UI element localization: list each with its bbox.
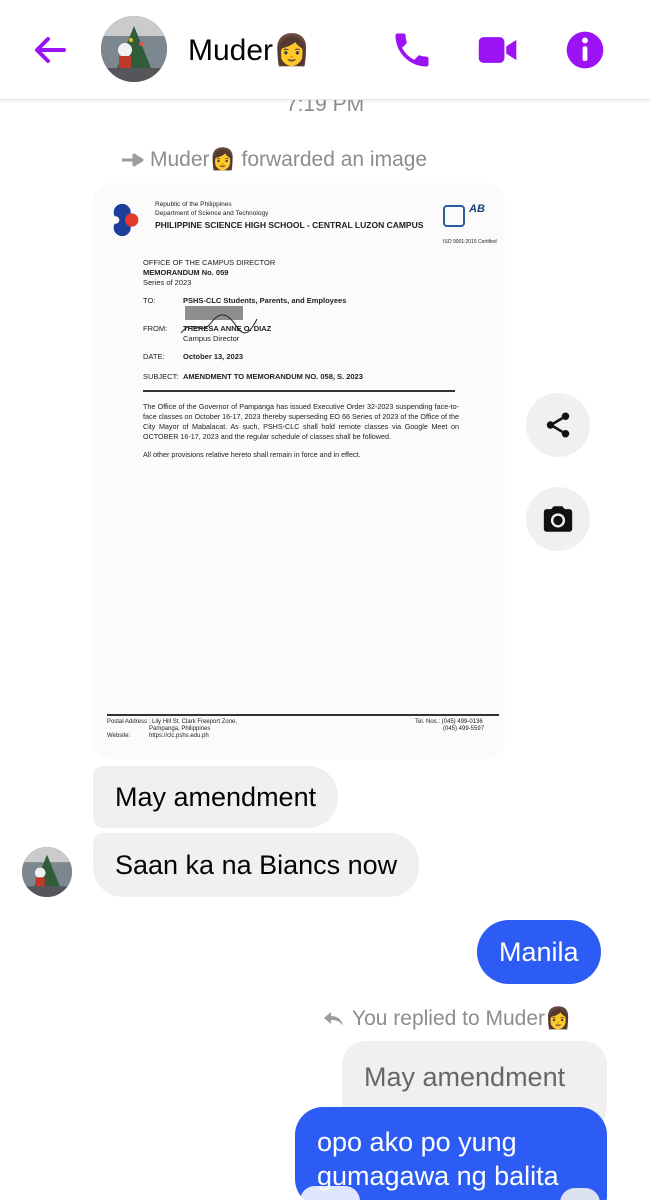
avatar-image [101, 16, 167, 82]
share-icon [546, 412, 570, 438]
reply-note-text: You replied to Muder👩 [352, 1007, 572, 1030]
message-bubble-incoming[interactable]: Saan ka na Biancs now [93, 833, 420, 897]
forwarded-note-text: Muder👩 forwarded an image [150, 148, 428, 171]
info-button[interactable] [563, 28, 607, 72]
memo-school: PHILIPPINE SCIENCE HIGH SCHOOL - CENTRAL… [155, 220, 424, 230]
memo-to-label: TO: [143, 296, 156, 305]
memo-body: The Office of the Governor of Pampanga h… [143, 402, 459, 441]
memo-series: Series of 2023 [143, 278, 192, 287]
video-call-button[interactable] [476, 28, 520, 72]
forwarded-note: Muder👩 forwarded an image [120, 146, 427, 174]
ab-logo: AB [469, 203, 485, 215]
contact-avatar[interactable] [101, 16, 167, 82]
memo-body-closing: All other provisions relative hereto sha… [143, 450, 361, 459]
memo-republic: Republic of the Philippines [155, 201, 232, 208]
reply-note: You replied to Muder👩 [322, 1005, 571, 1033]
memo-divider [143, 390, 455, 392]
message-bubble-outgoing[interactable]: Manila [477, 920, 601, 984]
postal-line-2: Pampanga, Philippines [149, 726, 211, 732]
memo-subject-label: SUBJECT: [143, 372, 179, 381]
certification-logo [443, 205, 465, 227]
website-value: https://clc.pshs.edu.ph [149, 733, 209, 739]
memo-document: Republic of the Philippines Department o… [93, 183, 505, 759]
message-bubble-incoming[interactable]: May amendment [93, 766, 339, 828]
avatar-image [22, 847, 72, 897]
phone-icon [395, 33, 429, 67]
tel-line-1: Tel. Nos.: (045) 499-0136 [415, 719, 483, 725]
memo-office: OFFICE OF THE CAMPUS DIRECTOR [143, 258, 276, 267]
share-button[interactable] [526, 393, 590, 457]
pshs-logo [111, 203, 139, 237]
memo-to-value: PSHS-CLC Students, Parents, and Employee… [183, 296, 347, 305]
contact-name[interactable]: Muder👩 [188, 33, 310, 69]
memo-footer-divider [107, 714, 499, 716]
memo-number: MEMORANDUM No. 059 [143, 268, 229, 277]
scroll-overlay [300, 1186, 360, 1200]
arrow-left-icon [35, 37, 66, 63]
website-label: Website: [107, 733, 131, 739]
video-camera-icon [478, 37, 517, 63]
call-button[interactable] [390, 28, 434, 72]
memo-department: Department of Science and Technology [155, 210, 269, 217]
forwarded-memo-image[interactable]: Republic of the Philippines Department o… [93, 183, 505, 759]
reply-arrow-icon [324, 1012, 343, 1026]
sender-avatar[interactable] [22, 847, 72, 897]
memo-iso: ISO 9001:2015 Certified [443, 239, 497, 245]
memo-from-label: FROM: [143, 324, 168, 333]
info-icon [566, 31, 604, 69]
postal-label: Postal Address : [107, 719, 151, 725]
camera-button[interactable] [526, 487, 590, 551]
memo-footer-postal: Postal Address : Lily Hill St. Clark Fre… [107, 719, 237, 726]
chat-header: Muder👩 [0, 0, 650, 100]
camera-icon [543, 506, 573, 532]
back-button[interactable] [30, 30, 70, 70]
memo-date-label: DATE: [143, 352, 165, 361]
postal-line-1: Lily Hill St. Clark Freeport Zone, [152, 719, 238, 725]
memo-subject-value: AMENDMENT TO MEMORANDUM NO. 058, S. 2023 [183, 372, 363, 381]
signature [180, 314, 258, 334]
tel-line-2: (045) 499-5597 [443, 726, 485, 732]
memo-date-value: October 13, 2023 [183, 352, 244, 361]
forward-arrow-icon [122, 153, 144, 167]
